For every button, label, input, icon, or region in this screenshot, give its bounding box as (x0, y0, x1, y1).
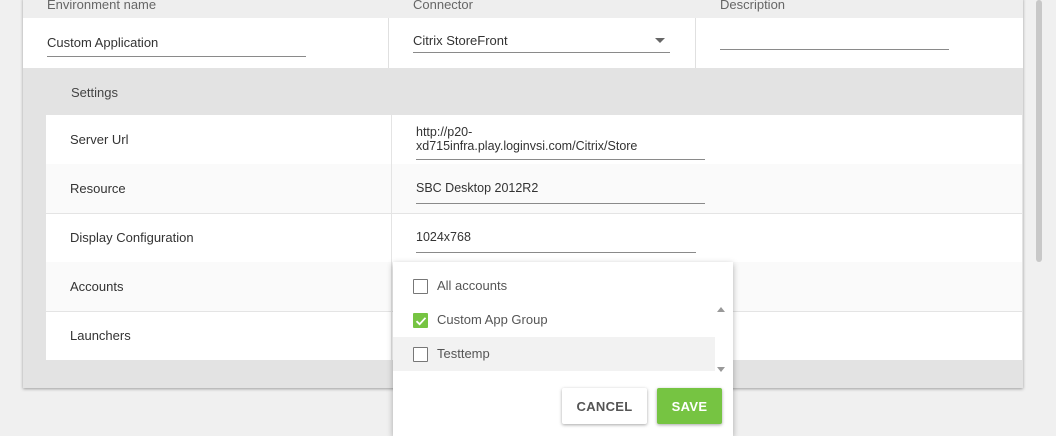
column-header-environment-name: Environment name (47, 0, 157, 12)
server-url-line1: http://p20- (416, 125, 473, 139)
environment-row: Custom Application Citrix StoreFront (23, 18, 1023, 68)
connector-value: Citrix StoreFront (413, 33, 508, 48)
option-label: Custom App Group (437, 312, 548, 327)
server-url-field[interactable]: http://p20- xd715infra.play.loginvsi.com… (416, 124, 705, 160)
environment-name-field[interactable]: Custom Application (47, 28, 306, 58)
launchers-label: Launchers (70, 328, 131, 343)
checkbox-testtemp[interactable] (413, 347, 428, 362)
option-label: Testtemp (437, 346, 490, 361)
page-scrollbar[interactable] (1036, 0, 1042, 262)
column-header-description: Description (720, 0, 786, 12)
display-configuration-label: Display Configuration (70, 230, 194, 245)
check-icon (415, 317, 427, 326)
connector-select[interactable]: Citrix StoreFront (413, 26, 670, 56)
environment-name-value: Custom Application (47, 35, 159, 50)
server-url-label: Server Url (70, 132, 129, 147)
server-url-line2: xd715infra.play.loginvsi.com/Citrix/Stor… (416, 139, 638, 153)
settings-row-resource: Resource SBC Desktop 2012R2 (46, 164, 1022, 214)
column-header-connector: Connector (413, 0, 473, 12)
scroll-up-arrow-icon[interactable] (717, 307, 725, 312)
display-configuration-value: 1024x768 (416, 230, 471, 244)
resource-value: SBC Desktop 2012R2 (416, 181, 539, 195)
popup-scrollbar[interactable] (715, 302, 727, 380)
settings-title: Settings (71, 85, 118, 100)
option-custom-app-group[interactable]: Custom App Group (393, 303, 715, 337)
description-field[interactable] (720, 28, 949, 50)
settings-row-display-configuration: Display Configuration 1024x768 (46, 213, 1022, 263)
table-header: Environment name Connector Description (23, 0, 1023, 18)
accounts-label: Accounts (70, 279, 124, 294)
option-all-accounts[interactable]: All accounts (393, 269, 715, 303)
cancel-button[interactable]: CANCEL (562, 388, 647, 424)
option-testtemp[interactable]: Testtemp (393, 337, 715, 371)
resource-field[interactable]: SBC Desktop 2012R2 (416, 178, 705, 204)
resource-label: Resource (70, 181, 126, 196)
chevron-down-icon (655, 38, 665, 43)
scroll-down-arrow-icon[interactable] (717, 367, 725, 372)
accounts-dropdown-popup: All accounts Custom App Group Testtemp C… (393, 262, 733, 436)
option-label: All accounts (437, 278, 508, 293)
settings-row-server-url: Server Url http://p20- xd715infra.play.l… (46, 115, 1022, 165)
checkbox-all-accounts[interactable] (413, 279, 428, 294)
save-button[interactable]: SAVE (657, 388, 722, 424)
display-configuration-field[interactable]: 1024x768 (416, 227, 696, 253)
checkbox-custom-app-group[interactable] (413, 313, 428, 328)
